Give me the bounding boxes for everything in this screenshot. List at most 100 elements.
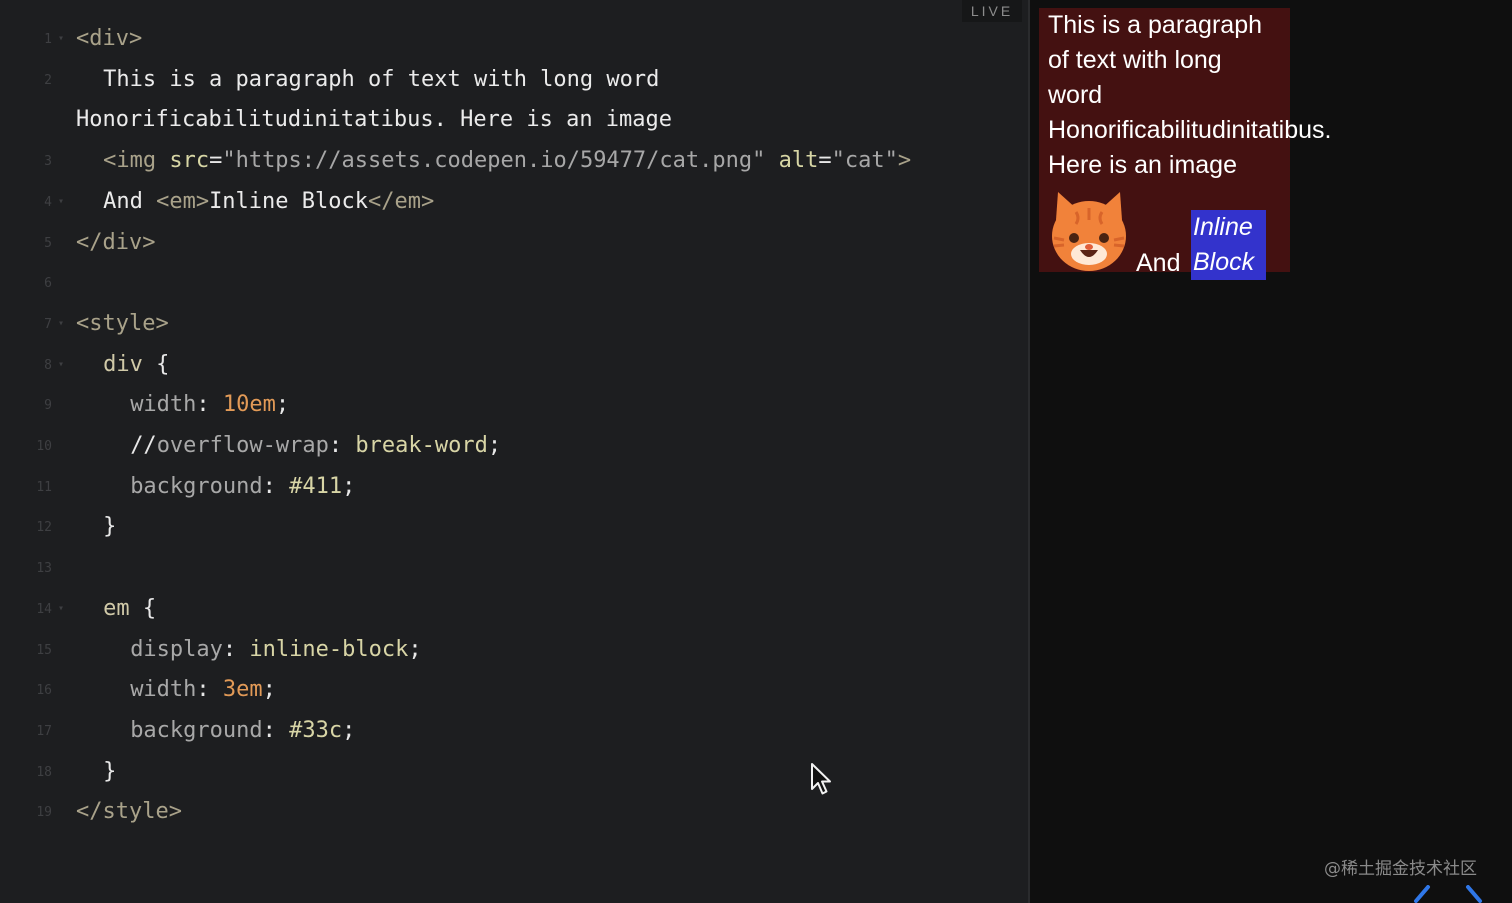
code-token: ; [487, 433, 502, 458]
code-line[interactable]: 2 This is a paragraph of text with long w… [0, 61, 1028, 101]
demo-and-text: And [1136, 249, 1181, 277]
code-token: <style> [76, 310, 169, 336]
code-token: div [103, 351, 157, 377]
code-text: Honorificabilitudinitatibus. Here is an … [76, 107, 672, 132]
line-number: 18 [36, 764, 52, 780]
live-preview-pane: This is a paragraph of text with long wo… [1030, 0, 1512, 903]
code-token: : [328, 433, 356, 458]
code-token: ; [342, 717, 356, 743]
code-token: ; [408, 636, 422, 662]
code-text: </style> [76, 799, 182, 824]
code-text: background: #33c; [130, 718, 355, 743]
code-token: } [103, 758, 117, 784]
code-line[interactable]: 8 ▾ div { [0, 346, 1028, 386]
line-number: 13 [36, 561, 52, 577]
line-number: 1 [44, 32, 52, 47]
fold-arrow-icon[interactable]: ▾ [58, 196, 64, 207]
line-number: 5 [44, 235, 52, 251]
code-token: display [130, 636, 223, 662]
chevron-left-icon[interactable] [1410, 885, 1432, 903]
demo-div: This is a paragraph of text with long wo… [1039, 8, 1331, 280]
code-token: ; [342, 473, 356, 499]
code-token: 10em [222, 392, 276, 418]
fold-arrow-icon[interactable]: ▾ [58, 603, 64, 614]
code-token: : [262, 473, 290, 499]
line-number: 6 [44, 276, 52, 292]
line-number: 15 [36, 642, 52, 658]
code-token: background [130, 473, 263, 499]
em-text-line: Block [1193, 248, 1255, 276]
code-text: background: #411; [130, 474, 355, 499]
line-number: 9 [44, 398, 52, 414]
code-line[interactable]: 19 </style> [0, 793, 1028, 833]
line-number: 14 [36, 601, 52, 617]
code-line[interactable]: 13 [0, 549, 1028, 589]
code-line[interactable]: 9 width: 10em; [0, 386, 1028, 426]
code-line[interactable]: 4 ▾ And <em>Inline Block</em> [0, 183, 1028, 223]
code-line[interactable]: 11 background: #411; [0, 468, 1028, 508]
demo-text-line: Here is an image [1048, 151, 1237, 179]
line-number: 19 [36, 805, 52, 821]
code-token: // [130, 433, 157, 458]
chevron-right-icon[interactable] [1464, 885, 1486, 903]
code-text: width: 10em; [130, 392, 289, 417]
code-text: And <em>Inline Block</em> [103, 189, 434, 214]
code-token: width [130, 677, 197, 703]
code-token: em [103, 595, 143, 621]
code-token: And [103, 188, 157, 214]
code-text: display: inline-block; [130, 637, 421, 662]
code-text: This is a paragraph of text with long wo… [103, 67, 659, 92]
code-token: width [130, 392, 197, 418]
code-token: <img [103, 148, 170, 174]
code-line[interactable]: 5 </div> [0, 224, 1028, 264]
line-number: 16 [36, 683, 52, 699]
demo-text-line: This is a paragraph [1048, 11, 1263, 39]
code-line[interactable]: 10 //overflow-wrap: break-word; [0, 427, 1028, 467]
code-line[interactable]: 7 ▾ <style> [0, 305, 1028, 345]
code-line[interactable]: 15 display: inline-block; [0, 631, 1028, 671]
code-text: <img src="https://assets.codepen.io/5947… [103, 148, 911, 173]
code-line[interactable]: 1 ▾ <div> [0, 20, 1028, 60]
mouse-pointer-icon [811, 763, 831, 795]
demo-text-line: Honorificabilitudinitatibus. [1048, 116, 1332, 144]
code-token: : [262, 717, 290, 743]
fold-arrow-icon[interactable]: ▾ [58, 359, 64, 370]
code-text: em { [103, 596, 156, 621]
code-line[interactable]: 6 [0, 264, 1028, 304]
code-line[interactable]: 18} [0, 753, 1028, 793]
code-line[interactable]: 3 <img src="https://assets.codepen.io/594… [0, 142, 1028, 182]
code-text: <style> [76, 311, 169, 336]
code-line[interactable]: 12} [0, 508, 1028, 548]
line-number: 12 [36, 520, 52, 536]
line-number: 17 [36, 723, 52, 739]
code-token: > [897, 148, 912, 174]
code-token: background [130, 717, 263, 743]
code-token: } [103, 514, 117, 540]
code-line[interactable]: 17 background: #33c; [0, 712, 1028, 752]
watermark: @稀土掘金技术社区 [1324, 859, 1477, 879]
code-token: Honorificabilitudinitatibus. Here is an … [76, 107, 673, 133]
code-token: <div> [76, 26, 143, 51]
code-token: </div> [76, 229, 156, 255]
line-number: 3 [44, 154, 52, 170]
code-token: { [156, 351, 170, 377]
code-token: break-word [355, 433, 488, 458]
code-line[interactable]: 16 width: 3em; [0, 671, 1028, 711]
code-token: src [169, 148, 210, 174]
code-token: <em> [156, 188, 210, 214]
demo-text-line: word [1048, 81, 1103, 109]
line-number: 11 [36, 479, 52, 495]
code-editor[interactable]: LIVE 1 ▾ <div> 2 This is a paragraph of text… [0, 0, 1028, 903]
code-token: inline-block [249, 636, 409, 662]
code-token: overflow-wrap [156, 433, 329, 458]
code-line[interactable]: Honorificabilitudinitatibus. Here is an … [0, 101, 1028, 141]
code-line[interactable]: 14 ▾ em { [0, 590, 1028, 630]
live-indicator: LIVE [962, 0, 1022, 22]
code-token: { [142, 595, 157, 621]
fold-arrow-icon[interactable]: ▾ [58, 33, 64, 44]
code-token: : [222, 636, 250, 662]
code-token: #411 [289, 473, 343, 499]
code-text: width: 3em; [130, 677, 276, 702]
fold-arrow-icon[interactable]: ▾ [58, 318, 64, 329]
